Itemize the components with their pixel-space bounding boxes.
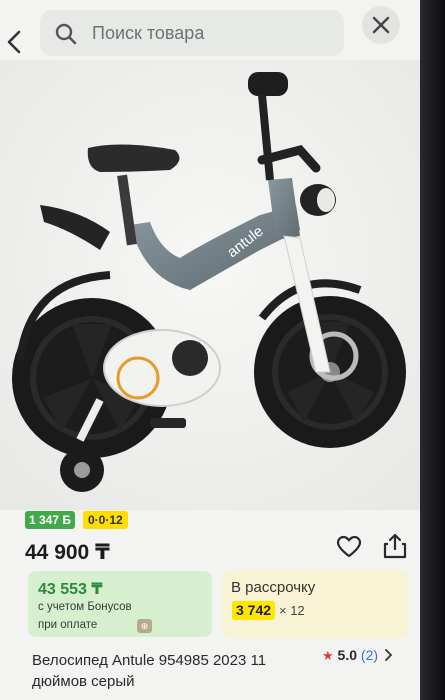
payment-method-icon: ⊕ (137, 619, 152, 633)
chevron-right-icon (385, 649, 393, 661)
installment-monthly-amount: 3 742 (232, 601, 276, 620)
review-count: (2) (360, 647, 379, 663)
bonus-price: 43 553 ₸ (38, 581, 103, 598)
close-button[interactable] (362, 6, 400, 44)
installment-card[interactable]: В рассрочку 3 742 × 12 (222, 570, 408, 638)
product-title: Велосипед Antule 954985 2023 11 дюймов с… (32, 652, 267, 690)
star-icon: ★ (322, 648, 334, 663)
product-price: 44 900 ₸ (25, 541, 110, 564)
share-button[interactable] (382, 532, 408, 560)
installment-badge: 0·0·12 (83, 511, 128, 529)
favorite-button[interactable] (336, 535, 362, 559)
close-icon (372, 16, 390, 34)
installment-months: × 12 (279, 603, 305, 618)
heart-icon (336, 535, 362, 558)
device-bezel (420, 0, 445, 700)
installment-title: В рассрочку (231, 579, 316, 596)
rating-score: 5.0 (337, 647, 358, 663)
screen: Поиск товара antule 1 347 Б 0·0·12 44 90… (0, 0, 420, 700)
search-input[interactable]: Поиск товара (40, 10, 344, 56)
back-button[interactable] (2, 28, 26, 56)
product-image[interactable]: antule (0, 60, 420, 510)
search-placeholder: Поиск товара (92, 23, 205, 43)
rating-link[interactable]: ★ 5.0 (2) (322, 647, 394, 664)
bonus-note-line2: при оплате (38, 619, 98, 631)
chevron-left-icon (7, 30, 21, 54)
share-icon (383, 533, 407, 559)
bonus-note-line1: с учетом Бонусов (38, 601, 132, 613)
bonus-badge: 1 347 Б (25, 511, 75, 529)
bonus-price-card[interactable]: 43 553 ₸ с учетом Бонусов при оплате ⊕ (28, 571, 212, 637)
search-icon (55, 23, 77, 45)
